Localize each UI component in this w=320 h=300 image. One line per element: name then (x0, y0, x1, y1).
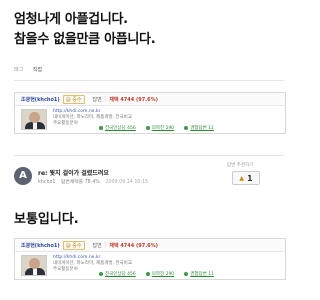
stat-icon (145, 272, 150, 276)
answers-label: 답변 (92, 242, 102, 249)
answer-badge-icon: A (14, 167, 32, 185)
divider (14, 155, 284, 156)
answer-count: 채택 4744 (97.6%) (109, 96, 158, 103)
stat-1[interactable]: 전국인상당 456 (105, 125, 136, 131)
answer-date: 2009.09.14 10:15 (105, 180, 149, 185)
author-profile-card: 조광현(khcho1) @ 중수 답변 | 채택 4744 (97.6%) ht… (14, 92, 286, 134)
profile-header: 조광현(khcho1) @ 중수 답변 | 채택 4744 (97.6%) (15, 239, 285, 252)
answer-meta: khcho1 답변채택률 78.4% 2009.09.14 10:15 (38, 178, 152, 185)
answerer-profile-card: 조광현(khcho1) @ 중수 답변 | 채택 4744 (97.6%) ht… (14, 238, 286, 280)
recommend-label: 답변 추천하기 (227, 163, 254, 168)
profile-header: 조광현(khcho1) @ 중수 답변 | 채택 4744 (97.6%) (15, 93, 285, 106)
grade-badge: @ 중수 (62, 94, 85, 104)
stat-2[interactable]: 의학전 290 (152, 271, 174, 277)
profile-name[interactable]: 조광현(khcho1) (21, 242, 60, 249)
question-line-2: 참을수 없을만큼 아픕니다. (14, 32, 156, 47)
stat-2[interactable]: 의학전 290 (152, 125, 174, 131)
question-line-1: 엄청나게 아플겁니다. (14, 12, 128, 27)
stat-1[interactable]: 전국인상당 456 (105, 271, 136, 277)
stat-icon (99, 126, 103, 130)
grade-badge: @ 중수 (62, 240, 85, 250)
profile-stats: 전국인상당 456 의학전 290 경험답변 11 (99, 271, 224, 277)
stat-icon (99, 272, 103, 276)
tag-link[interactable]: 직접 (33, 67, 42, 73)
stat-icon (184, 272, 189, 276)
profile-stats: 전국인상당 456 의학전 290 경험답변 11 (99, 125, 224, 131)
answer-author[interactable]: khcho1 (38, 180, 55, 185)
stat-icon (184, 126, 189, 130)
answer-title: re: 뭣지 걸이가 걸렸드려요 (38, 170, 109, 177)
recommend-count: 1 (247, 173, 253, 183)
answer-count: 채택 4744 (97.6%) (109, 242, 158, 249)
tag-label: 태그 (14, 67, 24, 73)
stat-icon (145, 126, 150, 130)
tag-row: 태그 직접 (14, 66, 42, 73)
answers-label: 답변 (92, 96, 102, 103)
profile-name[interactable]: 조광현(khcho1) (21, 96, 60, 103)
avatar (21, 255, 47, 276)
avatar (21, 109, 47, 130)
stat-3[interactable]: 경험답변 11 (190, 125, 214, 131)
divider (14, 80, 284, 81)
answer-text: 보통입니다. (14, 212, 79, 227)
recommend-button[interactable]: ▲ 1 (232, 171, 260, 185)
stat-3[interactable]: 경험답변 11 (190, 271, 214, 277)
thumbs-up-icon: ▲ (239, 174, 245, 182)
answer-adoption: 답변채택률 78.4% (61, 180, 100, 185)
